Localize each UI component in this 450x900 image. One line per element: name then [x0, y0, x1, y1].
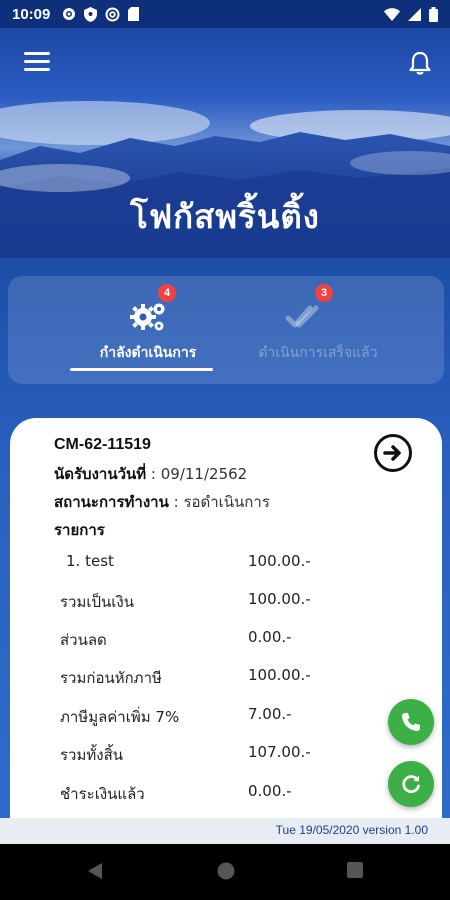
status-right-icons [384, 6, 438, 22]
appointment-value: : 09/11/2562 [150, 465, 248, 483]
status-time: 10:09 [12, 5, 51, 23]
pretax-amount: 100.00.- [248, 666, 311, 684]
refresh-button[interactable] [388, 761, 434, 807]
gear-icon [63, 8, 76, 20]
paid-label: ชำระเงินแล้ว [60, 785, 145, 803]
paid-row: ชำระเงินแล้ว 0.00.- [60, 782, 360, 806]
tab-badge-completed: 3 [315, 284, 333, 302]
discount-label: ส่วนลด [60, 631, 107, 649]
bell-icon [409, 51, 431, 75]
tab-label-completed: ดำเนินการเสร็จแล้ว [258, 345, 378, 361]
tab-completed[interactable]: 3 ดำเนินการเสร็จแล้ว [218, 276, 418, 384]
line-item: 1. test 100.00.- [66, 552, 366, 576]
total-row: รวมทั้งสิ้น 107.00.- [60, 743, 360, 767]
appointment-label: นัดรับงานวันที่ [54, 465, 147, 483]
app-title: โฟกัสพริ้นติ้ง [130, 197, 320, 236]
hero-header: โฟกัสพริ้นติ้ง [0, 28, 450, 258]
phone-icon [402, 713, 420, 731]
status-label: สถานะการทำงาน [54, 493, 169, 511]
hamburger-menu-icon [24, 52, 50, 55]
battery-icon [429, 6, 438, 22]
active-tab-indicator [70, 368, 213, 371]
vat-amount: 7.00.- [248, 705, 292, 723]
order-detail-button[interactable] [374, 434, 412, 472]
appointment-row: นัดรับงานวันที่ : 09/11/2562 [54, 462, 247, 486]
subtotal-label: รวมเป็นเงิน [60, 593, 134, 611]
order-number: CM-62-11519 [54, 436, 151, 453]
call-button[interactable] [388, 699, 434, 745]
system-nav-bar [0, 844, 450, 900]
line-item-amount: 100.00.- [248, 552, 311, 570]
sd-card-icon [128, 7, 140, 21]
shield-icon [84, 6, 98, 22]
discount-amount: 0.00.- [248, 628, 292, 646]
discount-row: ส่วนลด 0.00.- [60, 628, 360, 652]
subtotal-amount: 100.00.- [248, 590, 311, 608]
menu-button[interactable] [24, 52, 50, 74]
vat-row: ภาษีมูลค่าเพิ่ม 7% 7.00.- [60, 705, 360, 729]
pretax-row: รวมก่อนหักภาษี 100.00.- [60, 666, 360, 690]
signal-icon [408, 7, 421, 21]
notification-button[interactable] [408, 50, 432, 76]
wifi-icon [384, 7, 400, 21]
total-label: รวมทั้งสิ้น [60, 746, 123, 764]
at-sign-icon [105, 7, 120, 21]
items-label: รายการ [54, 521, 105, 539]
vat-label: ภาษีมูลค่าเพิ่ม 7% [60, 708, 180, 726]
refresh-icon [402, 775, 420, 793]
home-icon[interactable] [216, 861, 236, 881]
gears-icon [130, 303, 165, 331]
subtotal-row: รวมเป็นเงิน 100.00.- [60, 590, 360, 614]
status-tabs: 4 กำลังดำเนินการ 3 ดำเนินการเสร็จแล้ว [8, 276, 444, 384]
paid-amount: 0.00.- [248, 782, 292, 800]
main-content: 4 กำลังดำเนินการ 3 ดำเนินการเสร็จแล้ว CM… [0, 258, 450, 838]
status-value: : รอดำเนินการ [173, 493, 270, 511]
arrow-right-icon [383, 445, 401, 461]
status-left-icons [62, 6, 140, 22]
version-text: Tue 19/05/2020 version 1.00 [275, 823, 428, 837]
double-check-icon [285, 305, 319, 328]
pretax-label: รวมก่อนหักภาษี [60, 669, 162, 687]
total-amount: 107.00.- [248, 743, 311, 761]
order-card[interactable]: CM-62-11519 นัดรับงานวันที่ : 09/11/2562… [10, 418, 442, 838]
back-icon[interactable] [86, 861, 104, 881]
status-row: สถานะการทำงาน : รอดำเนินการ [54, 490, 270, 514]
status-bar: 10:09 [0, 0, 450, 28]
recents-icon[interactable] [346, 861, 364, 879]
tab-badge-in-progress: 4 [158, 284, 176, 302]
line-item-label: 1. test [66, 552, 114, 570]
footer-bar: Tue 19/05/2020 version 1.00 [0, 818, 450, 844]
